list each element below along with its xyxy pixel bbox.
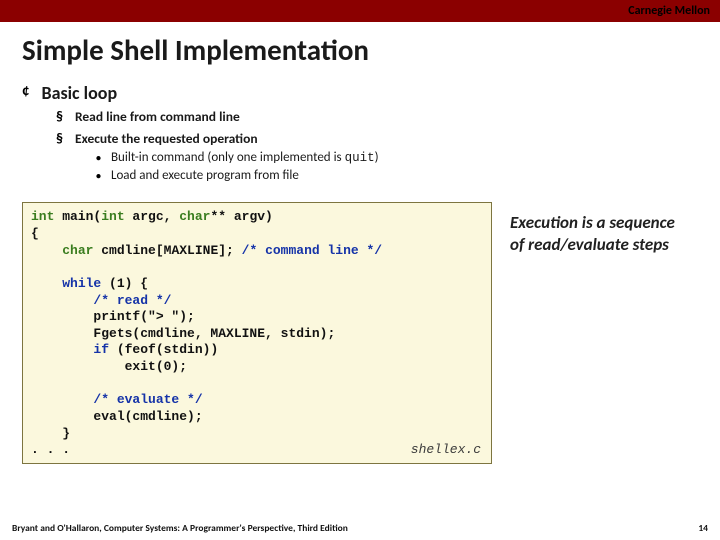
bullet-level1: ¢ Basic loop [22, 82, 698, 104]
code-listing: int main(int argc, char** argv) { char c… [31, 209, 483, 458]
slide-body: Simple Shell Implementation ¢ Basic loop… [0, 22, 720, 464]
bullet-icon: § [56, 130, 63, 148]
bullet-icon: ¢ [22, 82, 29, 104]
footer: Bryant and O'Hallaron, Computer Systems:… [12, 522, 708, 534]
bullet-level2: § Execute the requested operation [56, 130, 698, 148]
page-number: 14 [698, 522, 708, 534]
header-bar: Carnegie Mellon [0, 0, 720, 22]
bullet-level3: • Load and execute program from file [96, 168, 698, 184]
bullet-icon: • [96, 150, 101, 166]
bullet-icon: § [56, 108, 63, 126]
bullet-level3: • Built-in command (only one implemented… [96, 150, 698, 166]
slide-title: Simple Shell Implementation [22, 32, 698, 68]
bullet-icon: • [96, 168, 101, 184]
org-label: Carnegie Mellon [628, 4, 710, 18]
code-box: int main(int argc, char** argv) { char c… [22, 202, 492, 463]
main-row: int main(int argc, char** argv) { char c… [22, 202, 698, 463]
footer-credit: Bryant and O'Hallaron, Computer Systems:… [12, 522, 348, 534]
code-filename: shellex.c [411, 442, 481, 459]
side-note: Execution is a sequence of read/evaluate… [510, 212, 690, 255]
bullet-level2: § Read line from command line [56, 108, 698, 126]
